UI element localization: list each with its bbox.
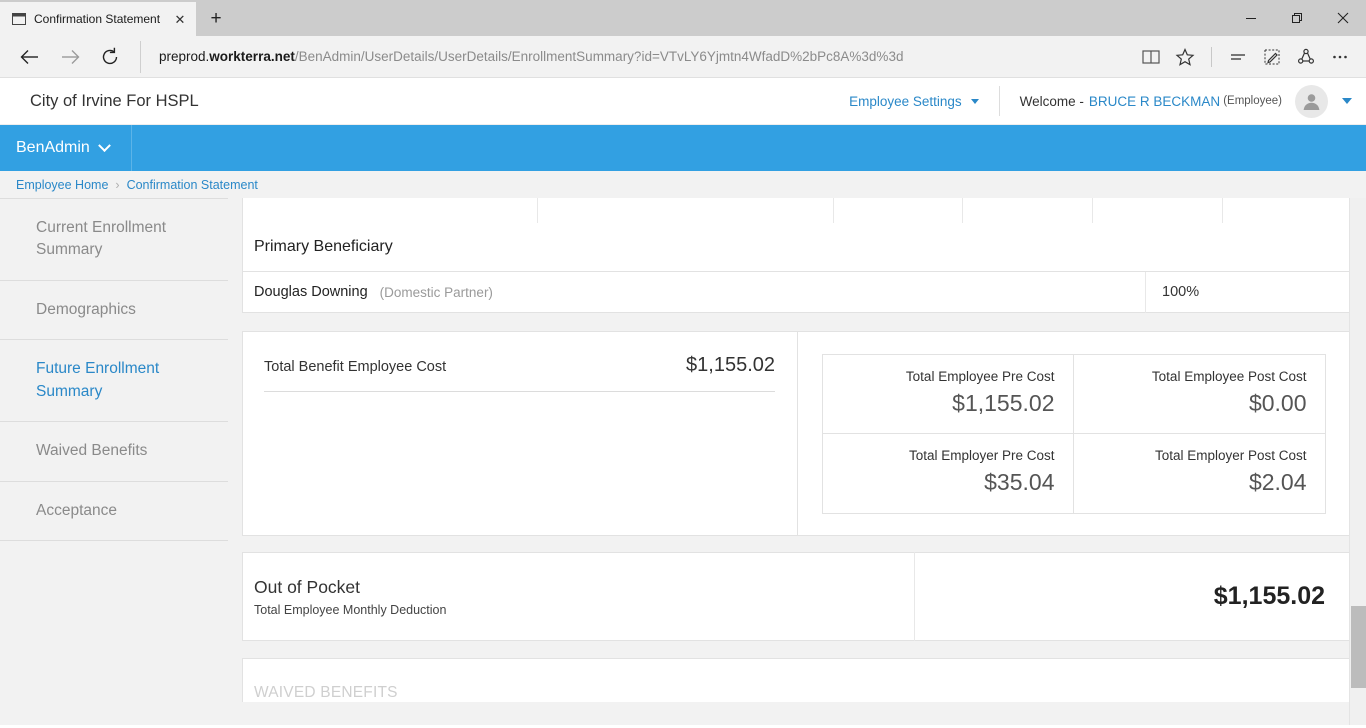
address-bar[interactable]: preprod.workterra.net/BenAdmin/UserDetai… <box>140 40 1135 73</box>
sidebar-item-demographics[interactable]: Demographics <box>0 281 228 341</box>
url-text: preprod.workterra.net/BenAdmin/UserDetai… <box>159 49 903 64</box>
total-employer-pre-cost-value: $35.04 <box>984 468 1055 495</box>
page-title: City of Irvine For HSPL <box>30 91 199 110</box>
breadcrumb-confirmation-statement[interactable]: Confirmation Statement <box>127 178 258 192</box>
browser-tab-strip: Confirmation Statement ✕ + <box>0 0 1366 36</box>
cost-summary-section: Total Benefit Employee Cost $1,155.02 To… <box>242 331 1350 536</box>
user-menu-chevron-icon[interactable] <box>1342 98 1352 104</box>
scrollbar-thumb[interactable] <box>1351 606 1366 688</box>
new-tab-button[interactable]: + <box>196 2 236 36</box>
clipped-cell-6 <box>1223 198 1345 223</box>
total-employer-post-cost-cell: Total Employer Post Cost $2.04 <box>1074 434 1325 513</box>
total-employee-pre-cost-value: $1,155.02 <box>952 389 1055 416</box>
total-employer-pre-cost-cell: Total Employer Pre Cost $35.04 <box>823 433 1074 513</box>
beneficiary-name: Douglas Downing <box>254 284 368 300</box>
sidebar-item-future-enrollment-summary[interactable]: Future Enrollment Summary <box>0 340 228 423</box>
beneficiary-relation: (Domestic Partner) <box>379 284 493 300</box>
welcome-label: Welcome - <box>1019 93 1084 109</box>
avatar[interactable] <box>1295 84 1328 118</box>
total-employee-post-cost-cell: Total Employee Post Cost $0.00 <box>1073 355 1325 434</box>
waived-benefits-section: WAIVED BENEFITS <box>242 658 1350 702</box>
total-benefit-employee-cost-row: Total Benefit Employee Cost $1,155.02 <box>264 354 775 392</box>
browser-toolbar-actions <box>1135 40 1356 74</box>
clipped-cell-3 <box>834 198 963 223</box>
url-host: workterra.net <box>209 49 295 64</box>
primary-beneficiary-heading: Primary Beneficiary <box>242 223 1350 272</box>
window-icon <box>12 12 26 26</box>
chevron-down-icon <box>97 138 111 152</box>
favorites-star-icon[interactable] <box>1169 40 1201 74</box>
tab-title: Confirmation Statement <box>34 12 161 26</box>
total-employee-pre-cost-cell: Total Employee Pre Cost $1,155.02 <box>822 354 1074 434</box>
main-content: Effective 01/01/2018 Primary Beneficiary… <box>228 198 1366 725</box>
user-name-link[interactable]: BRUCE R BECKMAN <box>1089 94 1220 109</box>
out-of-pocket-value-cell: $1,155.02 <box>915 552 1349 641</box>
url-prefix: preprod. <box>159 49 210 64</box>
total-employer-pre-cost-label: Total Employer Pre Cost <box>908 447 1055 463</box>
sidebar-item-current-enrollment-summary[interactable]: Current Enrollment Summary <box>0 198 228 281</box>
forward-arrow-icon[interactable] <box>50 40 90 74</box>
beneficiary-row: Douglas Downing (Domestic Partner) 100% <box>242 271 1350 313</box>
clipped-cell-4 <box>963 198 1093 223</box>
clipped-table-row: Effective 01/01/2018 <box>242 198 1350 223</box>
cost-breakdown-grid: Total Employee Pre Cost $1,155.02 Total … <box>821 353 1326 514</box>
clipped-cell-effective: Effective 01/01/2018 <box>243 198 538 223</box>
body-area: Current Enrollment Summary Demographics … <box>0 198 1366 725</box>
close-icon[interactable] <box>1320 0 1366 36</box>
reading-list-icon[interactable] <box>1222 40 1254 74</box>
user-role-label: (Employee) <box>1223 95 1282 107</box>
waived-benefits-heading: WAIVED BENEFITS <box>254 684 398 701</box>
sidebar: Current Enrollment Summary Demographics … <box>0 198 228 725</box>
chevron-down-icon <box>970 98 979 104</box>
refresh-icon[interactable] <box>90 40 130 74</box>
total-employer-post-cost-value: $2.04 <box>1248 468 1307 495</box>
sidebar-item-waived-benefits[interactable]: Waived Benefits <box>0 422 228 482</box>
url-path: /BenAdmin/UserDetails/UserDetails/Enroll… <box>294 49 904 64</box>
minimize-icon[interactable] <box>1228 0 1274 36</box>
window-controls <box>1228 0 1366 36</box>
browser-toolbar: preprod.workterra.net/BenAdmin/UserDetai… <box>0 36 1366 78</box>
browser-tab[interactable]: Confirmation Statement ✕ <box>0 2 196 36</box>
total-employee-pre-cost-label: Total Employee Pre Cost <box>905 368 1055 384</box>
breadcrumb: Employee Home › Confirmation Statement <box>0 171 1366 198</box>
out-of-pocket-subtitle: Total Employee Monthly Deduction <box>254 602 447 617</box>
clipped-cell-5 <box>1093 198 1223 223</box>
breadcrumb-separator-icon: › <box>115 177 120 192</box>
breadcrumb-employee-home[interactable]: Employee Home <box>16 178 108 192</box>
back-arrow-icon[interactable] <box>10 40 50 74</box>
total-employee-post-cost-label: Total Employee Post Cost <box>1151 368 1307 384</box>
total-benefit-employee-cost-card: Total Benefit Employee Cost $1,155.02 <box>242 331 798 536</box>
nav-benadmin-label: BenAdmin <box>16 139 90 156</box>
primary-nav-bar: BenAdmin <box>0 125 1366 171</box>
out-of-pocket-section: Out of Pocket Total Employee Monthly Ded… <box>242 552 1350 641</box>
tab-close-icon[interactable]: ✕ <box>172 11 188 27</box>
page-scrollbar[interactable] <box>1349 198 1366 725</box>
web-note-icon[interactable] <box>1256 40 1288 74</box>
beneficiary-name-cell: Douglas Downing (Domestic Partner) <box>243 271 1146 313</box>
employee-settings-menu[interactable]: Employee Settings <box>849 94 979 109</box>
header-divider <box>998 86 1000 116</box>
clipped-cell-2 <box>538 198 834 223</box>
total-employee-post-cost-value: $0.00 <box>1248 389 1307 416</box>
out-of-pocket-title: Out of Pocket <box>254 576 361 597</box>
toolbar-divider <box>1211 46 1212 67</box>
cost-breakdown-card: Total Employee Pre Cost $1,155.02 Total … <box>798 331 1350 536</box>
reading-view-icon[interactable] <box>1135 40 1167 74</box>
total-benefit-employee-cost-label: Total Benefit Employee Cost <box>264 359 447 375</box>
page-viewport: City of Irvine For HSPL Employee Setting… <box>0 78 1366 728</box>
app-header-right: Employee Settings Welcome - BRUCE R BECK… <box>849 84 1352 118</box>
out-of-pocket-labels: Out of Pocket Total Employee Monthly Ded… <box>243 552 915 641</box>
app-header: City of Irvine For HSPL Employee Setting… <box>0 78 1366 125</box>
out-of-pocket-value: $1,155.02 <box>1213 582 1325 610</box>
more-settings-icon[interactable] <box>1324 40 1356 74</box>
beneficiary-percent: 100% <box>1162 284 1200 300</box>
share-icon[interactable] <box>1290 40 1322 74</box>
nav-benadmin-menu[interactable]: BenAdmin <box>0 125 132 171</box>
employee-settings-label: Employee Settings <box>849 93 962 109</box>
total-employer-post-cost-label: Total Employer Post Cost <box>1154 447 1307 463</box>
sidebar-item-acceptance[interactable]: Acceptance <box>0 482 228 542</box>
total-benefit-employee-cost-value: $1,155.02 <box>686 354 775 376</box>
restore-icon[interactable] <box>1274 0 1320 36</box>
